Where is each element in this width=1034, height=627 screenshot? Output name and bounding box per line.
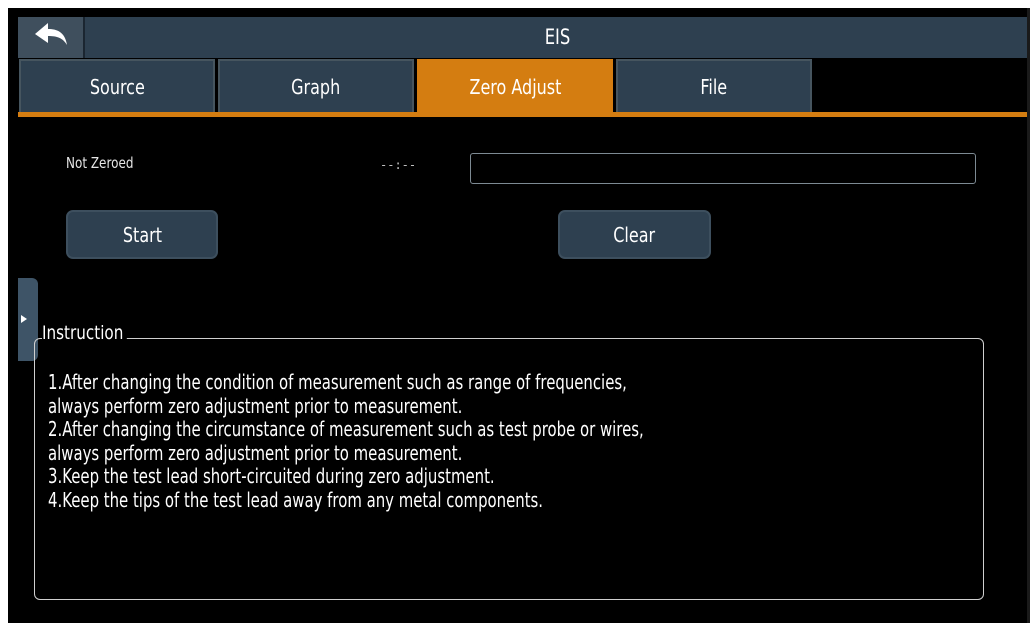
tab-graph-label: Graph (291, 74, 341, 99)
tab-underline (18, 112, 1027, 117)
window-title: EIS (544, 25, 571, 49)
zero-status-label: Not Zeroed (66, 154, 134, 172)
tab-zero-adjust[interactable]: Zero Adjust (417, 59, 613, 112)
tab-file-label: File (700, 74, 728, 99)
tab-source-label: Source (89, 74, 145, 99)
title-bar: EIS (18, 17, 1027, 58)
expand-right-icon (20, 311, 28, 329)
tab-zero-adjust-label: Zero Adjust (469, 74, 561, 99)
instruction-line: 4.Keep the tips of the test lead away fr… (48, 487, 544, 512)
tab-source[interactable]: Source (19, 59, 215, 112)
clear-button[interactable]: Clear (558, 210, 711, 259)
instruction-line: always perform zero adjustment prior to … (48, 393, 463, 418)
start-button-label: Start (122, 222, 162, 247)
start-button[interactable]: Start (66, 210, 218, 259)
clear-button-label: Clear (613, 222, 656, 247)
instruction-line: 1.After changing the condition of measur… (48, 370, 627, 394)
tab-graph[interactable]: Graph (218, 59, 414, 112)
zero-progress-bar (470, 153, 976, 184)
eis-screen: EIS Source Graph Zero Adjust File Not Ze… (8, 8, 1030, 623)
tab-bar: Source Graph Zero Adjust File (19, 59, 1027, 112)
instruction-line: 2.After changing the circumstance of mea… (48, 417, 644, 442)
back-button[interactable] (18, 17, 85, 58)
instruction-line: always perform zero adjustment prior to … (48, 440, 463, 465)
instruction-text: 1.After changing the condition of measur… (48, 370, 942, 513)
back-arrow-icon (33, 22, 69, 53)
tab-file[interactable]: File (616, 59, 812, 112)
instruction-title: Instruction (42, 322, 127, 344)
zero-elapsed-time: --:-- (380, 158, 417, 172)
instruction-line: 3.Keep the test lead short-circuited dur… (48, 464, 495, 489)
